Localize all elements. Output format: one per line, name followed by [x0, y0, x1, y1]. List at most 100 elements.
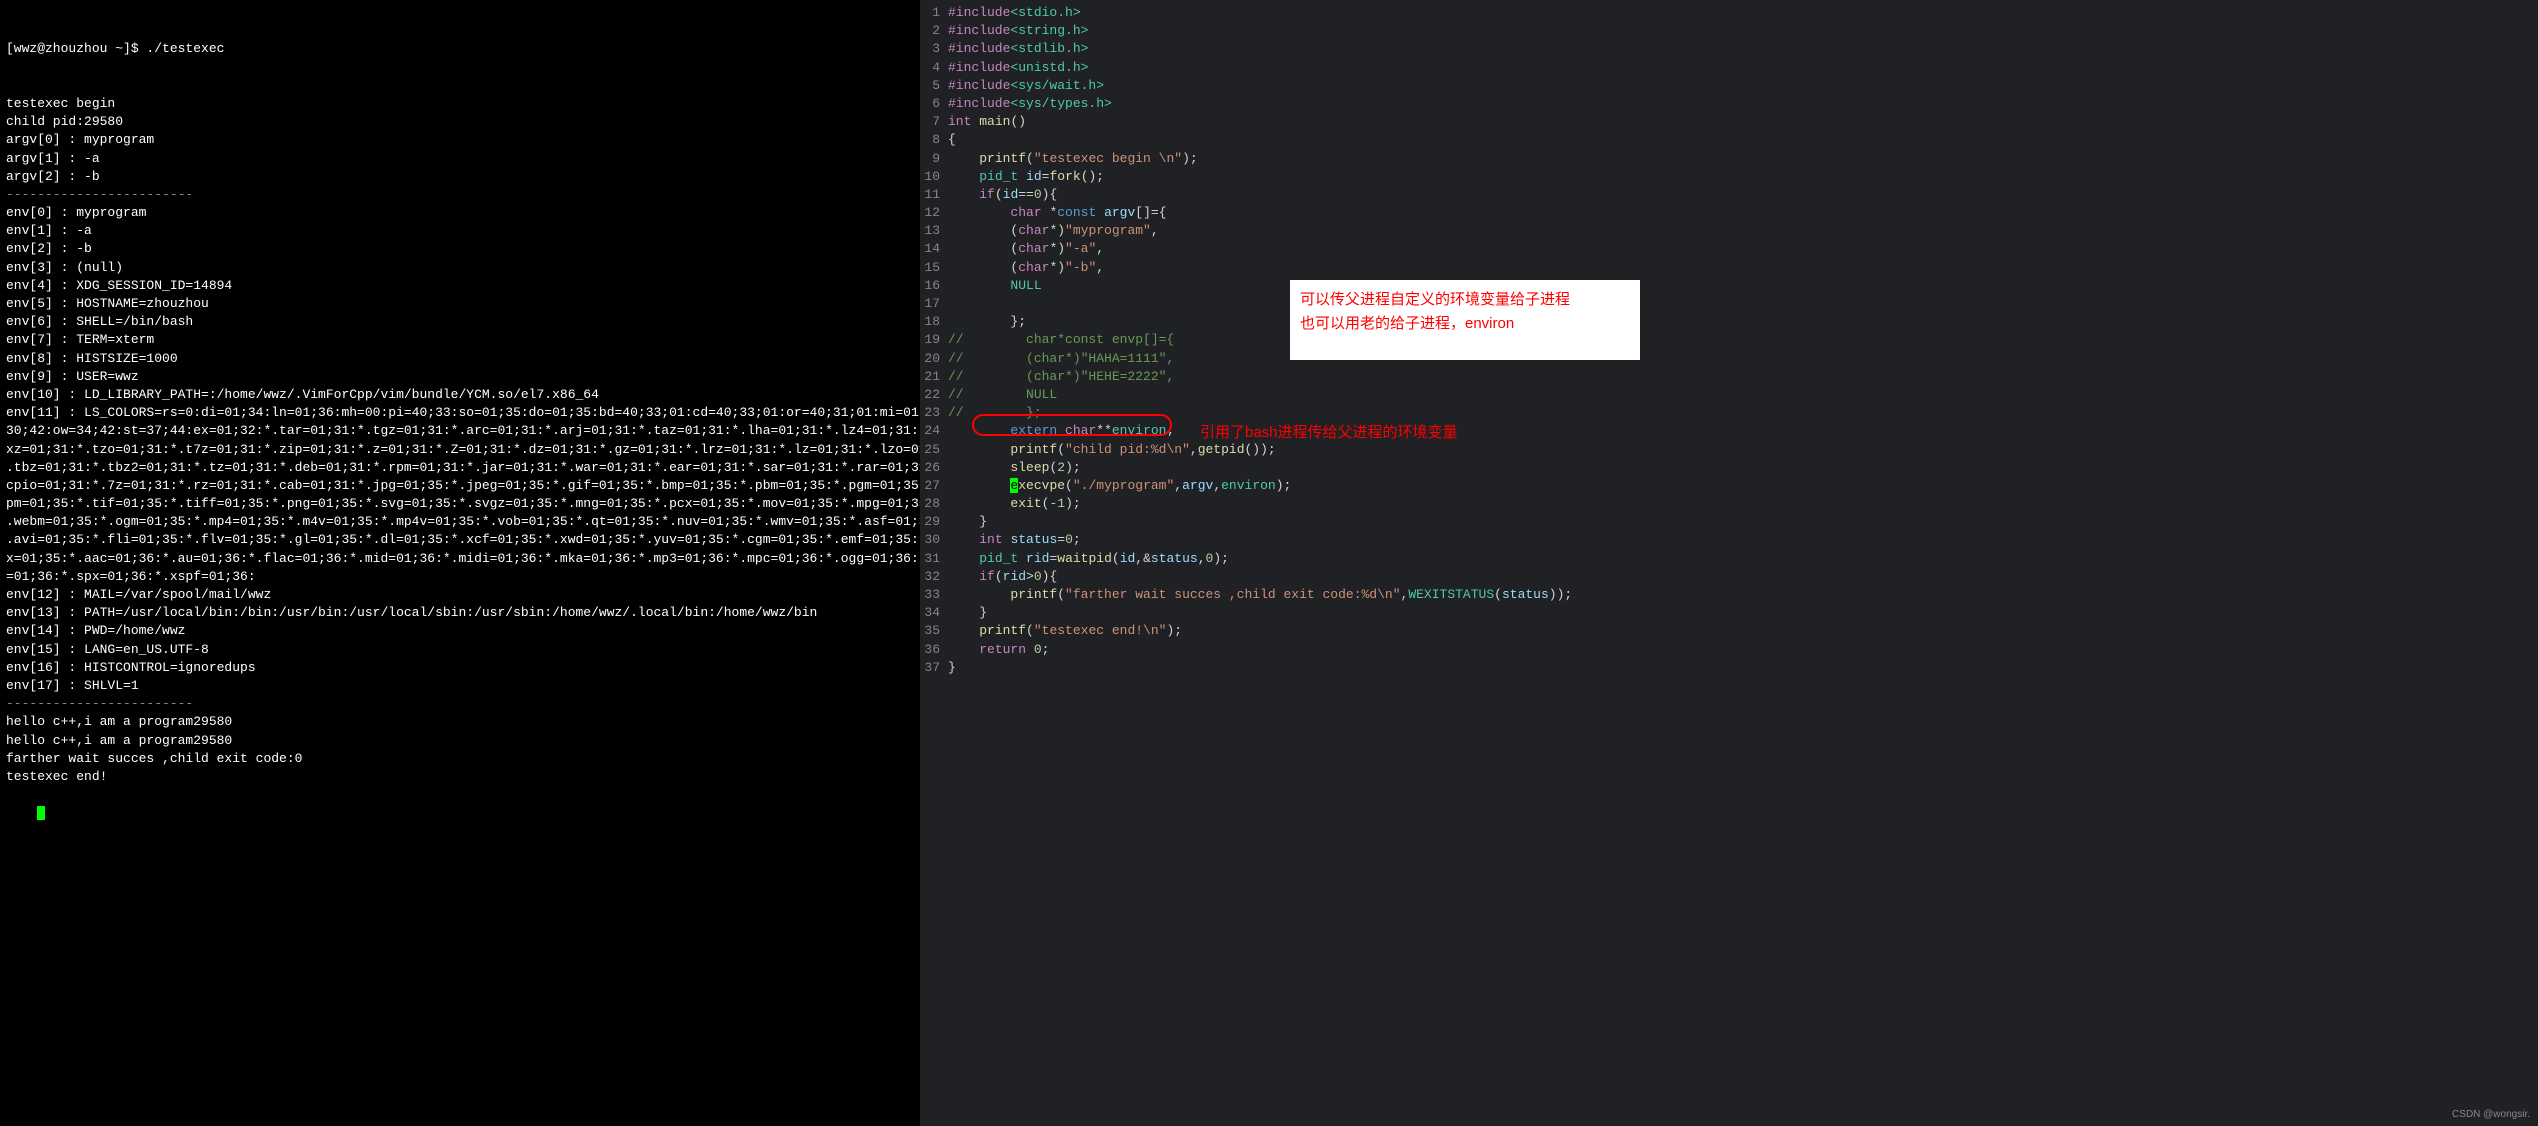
terminal-line: .avi=01;35:*.fli=01;35:*.flv=01;35:*.gl=… [6, 531, 914, 549]
code-line[interactable]: 21// (char*)"HEHE=2222", [920, 368, 2538, 386]
code-line[interactable]: 5#include<sys/wait.h> [920, 77, 2538, 95]
line-number: 31 [920, 550, 948, 568]
terminal-line: env[15] : LANG=en_US.UTF-8 [6, 641, 914, 659]
annotation-note-line1: 可以传父进程自定义的环境变量给子进程 [1300, 288, 1630, 312]
terminal-line: env[12] : MAIL=/var/spool/mail/wwz [6, 586, 914, 604]
code-line[interactable]: 2#include<string.h> [920, 22, 2538, 40]
line-number: 36 [920, 641, 948, 659]
code-line[interactable]: 8{ [920, 131, 2538, 149]
code-line[interactable]: 12 char *const argv[]={ [920, 204, 2538, 222]
terminal-prompt: [wwz@zhouzhou ~]$ ./testexec [6, 40, 914, 58]
code-content: sleep(2); [948, 459, 1081, 477]
code-content: (char*)"-a", [948, 240, 1104, 258]
code-line[interactable]: 13 (char*)"myprogram", [920, 222, 2538, 240]
code-line[interactable]: 16 NULL [920, 277, 2538, 295]
line-number: 25 [920, 441, 948, 459]
code-line[interactable]: 4#include<unistd.h> [920, 59, 2538, 77]
code-content: NULL [948, 277, 1042, 295]
code-line[interactable]: 15 (char*)"-b", [920, 259, 2538, 277]
code-line[interactable]: 23// }; [920, 404, 2538, 422]
terminal-line: env[16] : HISTCONTROL=ignoredups [6, 659, 914, 677]
code-line[interactable]: 17 [920, 295, 2538, 313]
code-content: int status=0; [948, 531, 1081, 549]
line-number: 19 [920, 331, 948, 349]
code-content: pid_t rid=waitpid(id,&status,0); [948, 550, 1229, 568]
code-content: printf("testexec begin \n"); [948, 150, 1198, 168]
code-line[interactable]: 24 extern char**environ; [920, 422, 2538, 440]
terminal-line: env[2] : -b [6, 240, 914, 258]
code-content: #include<string.h> [948, 22, 1088, 40]
code-content: (char*)"myprogram", [948, 222, 1159, 240]
code-line[interactable]: 26 sleep(2); [920, 459, 2538, 477]
code-line[interactable]: 25 printf("child pid:%d\n",getpid()); [920, 441, 2538, 459]
code-line[interactable]: 22// NULL [920, 386, 2538, 404]
code-content: // NULL [948, 386, 1057, 404]
terminal-line: env[10] : LD_LIBRARY_PATH=:/home/wwz/.Vi… [6, 386, 914, 404]
line-number: 34 [920, 604, 948, 622]
terminal-line: ------------------------ [6, 695, 914, 713]
annotation-note-box: 可以传父进程自定义的环境变量给子进程 也可以用老的给子进程，environ [1290, 280, 1640, 360]
code-line[interactable]: 6#include<sys/types.h> [920, 95, 2538, 113]
watermark: CSDN @wongsir. [2452, 1108, 2530, 1122]
line-number: 23 [920, 404, 948, 422]
terminal-line: env[5] : HOSTNAME=zhouzhou [6, 295, 914, 313]
code-line[interactable]: 30 int status=0; [920, 531, 2538, 549]
code-line[interactable]: 37} [920, 659, 2538, 677]
terminal-line: =01;36:*.spx=01;36:*.xspf=01;36: [6, 568, 914, 586]
line-number: 21 [920, 368, 948, 386]
line-number: 6 [920, 95, 948, 113]
line-number: 13 [920, 222, 948, 240]
code-line[interactable]: 34 } [920, 604, 2538, 622]
code-line[interactable]: 31 pid_t rid=waitpid(id,&status,0); [920, 550, 2538, 568]
terminal-line: farther wait succes ,child exit code:0 [6, 750, 914, 768]
code-line[interactable]: 11 if(id==0){ [920, 186, 2538, 204]
code-line[interactable]: 27 execvpe("./myprogram",argv,environ); [920, 477, 2538, 495]
code-content: printf("testexec end!\n"); [948, 622, 1182, 640]
code-line[interactable]: 10 pid_t id=fork(); [920, 168, 2538, 186]
terminal-line: pm=01;35:*.tif=01;35:*.tiff=01;35:*.png=… [6, 495, 914, 513]
line-number: 16 [920, 277, 948, 295]
code-line[interactable]: 28 exit(-1); [920, 495, 2538, 513]
terminal-line: env[7] : TERM=xterm [6, 331, 914, 349]
code-line[interactable]: 14 (char*)"-a", [920, 240, 2538, 258]
code-line[interactable]: 7int main() [920, 113, 2538, 131]
line-number: 5 [920, 77, 948, 95]
terminal-line: hello c++,i am a program29580 [6, 713, 914, 731]
code-content: }; [948, 313, 1026, 331]
terminal-line: env[11] : LS_COLORS=rs=0:di=01;34:ln=01;… [6, 404, 914, 422]
terminal-cursor [37, 806, 45, 820]
code-line[interactable]: 19// char*const envp[]={ [920, 331, 2538, 349]
code-line[interactable]: 35 printf("testexec end!\n"); [920, 622, 2538, 640]
code-content: int main() [948, 113, 1026, 131]
code-line[interactable]: 20// (char*)"HAHA=1111", [920, 350, 2538, 368]
code-line[interactable]: 18 }; [920, 313, 2538, 331]
code-content: return 0; [948, 641, 1049, 659]
terminal-line: .webm=01;35:*.ogm=01;35:*.mp4=01;35:*.m4… [6, 513, 914, 531]
code-content: // (char*)"HAHA=1111", [948, 350, 1174, 368]
code-line[interactable]: 32 if(rid>0){ [920, 568, 2538, 586]
line-number: 27 [920, 477, 948, 495]
code-line[interactable]: 29 } [920, 513, 2538, 531]
line-number: 15 [920, 259, 948, 277]
code-content: } [948, 659, 956, 677]
line-number: 28 [920, 495, 948, 513]
terminal-pane[interactable]: [wwz@zhouzhou ~]$ ./testexec testexec be… [0, 0, 920, 1126]
code-line[interactable]: 33 printf("farther wait succes ,child ex… [920, 586, 2538, 604]
code-line[interactable]: 9 printf("testexec begin \n"); [920, 150, 2538, 168]
terminal-line: env[9] : USER=wwz [6, 368, 914, 386]
line-number: 29 [920, 513, 948, 531]
terminal-line: env[3] : (null) [6, 259, 914, 277]
code-content: (char*)"-b", [948, 259, 1104, 277]
code-line[interactable]: 36 return 0; [920, 641, 2538, 659]
code-content: if(rid>0){ [948, 568, 1057, 586]
code-line[interactable]: 3#include<stdlib.h> [920, 40, 2538, 58]
code-content: // char*const envp[]={ [948, 331, 1174, 349]
terminal-line: hello c++,i am a program29580 [6, 732, 914, 750]
line-number: 26 [920, 459, 948, 477]
code-editor-pane[interactable]: 1#include<stdio.h>2#include<string.h>3#i… [920, 0, 2538, 1126]
code-line[interactable]: 1#include<stdio.h> [920, 4, 2538, 22]
code-content: } [948, 604, 987, 622]
line-number: 10 [920, 168, 948, 186]
terminal-line: cpio=01;31:*.7z=01;31:*.rz=01;31:*.cab=0… [6, 477, 914, 495]
terminal-line: testexec end! [6, 768, 914, 786]
